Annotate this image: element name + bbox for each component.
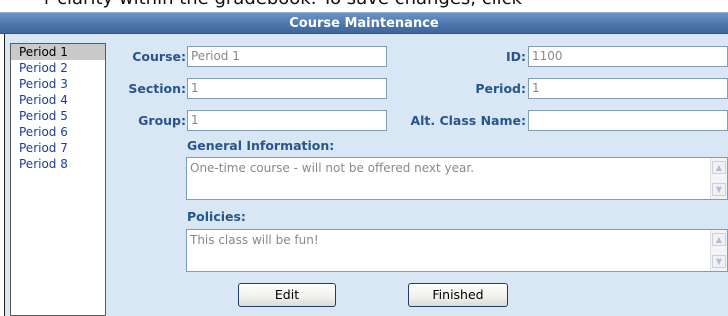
period-field[interactable]: 1 xyxy=(528,78,728,99)
period-list-item[interactable]: Period 5 xyxy=(11,108,105,124)
scroll-up-icon[interactable]: ▲ xyxy=(712,161,726,174)
period-list-item[interactable]: Period 7 xyxy=(11,140,105,156)
dialog-title-bar: Course Maintenance xyxy=(0,12,728,34)
general-information-text: One-time course - will not be offered ne… xyxy=(190,161,475,175)
alt-class-name-field[interactable] xyxy=(528,110,728,131)
id-label: ID: xyxy=(505,49,526,64)
period-label: Period: xyxy=(475,81,526,96)
period-list-item[interactable]: Period 8 xyxy=(11,156,105,172)
finished-button[interactable]: Finished xyxy=(408,283,508,307)
general-information-textarea[interactable]: One-time course - will not be offered ne… xyxy=(186,157,728,200)
period-list-item[interactable]: Period 4 xyxy=(11,92,105,108)
general-information-label: General Information: xyxy=(187,138,335,153)
period-list[interactable]: Period 1 Period 2 Period 3 Period 4 Peri… xyxy=(10,43,106,316)
section-field[interactable]: 1 xyxy=(187,78,387,99)
period-list-item[interactable]: Period 6 xyxy=(11,124,105,140)
intro-text: r clarity within the gradebook. To save … xyxy=(44,0,522,9)
id-field[interactable]: 1100 xyxy=(528,46,728,67)
period-list-item[interactable]: Period 1 xyxy=(11,44,105,60)
general-information-scrollbar[interactable]: ▲ ▼ xyxy=(710,158,727,199)
group-label: Group: xyxy=(138,113,186,128)
course-field[interactable]: Period 1 xyxy=(187,46,387,67)
edit-button[interactable]: Edit xyxy=(238,283,336,307)
policies-scrollbar[interactable]: ▲ ▼ xyxy=(710,230,727,271)
scroll-down-icon[interactable]: ▼ xyxy=(712,183,726,196)
course-label: Course: xyxy=(132,49,186,64)
group-field[interactable]: 1 xyxy=(187,110,387,131)
alt-class-name-label: Alt. Class Name: xyxy=(410,113,526,128)
period-list-item[interactable]: Period 3 xyxy=(11,76,105,92)
section-label: Section: xyxy=(128,81,186,96)
policies-text: This class will be fun! xyxy=(190,233,319,247)
intro-text-fragment: r clarity within the gradebook. To save … xyxy=(0,0,728,10)
scroll-down-icon[interactable]: ▼ xyxy=(712,255,726,268)
policies-label: Policies: xyxy=(187,209,246,224)
scroll-up-icon[interactable]: ▲ xyxy=(712,233,726,246)
dialog-title: Course Maintenance xyxy=(289,16,439,31)
period-list-item[interactable]: Period 2 xyxy=(11,60,105,76)
policies-textarea[interactable]: This class will be fun! ▲ ▼ xyxy=(186,229,728,272)
